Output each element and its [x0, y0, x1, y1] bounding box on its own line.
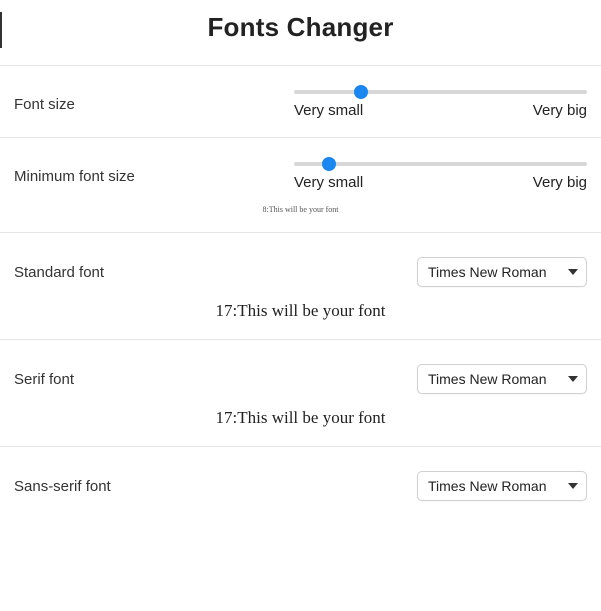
sans-serif-font-label: Sans-serif font [14, 478, 274, 495]
sans-serif-font-value: Times New Roman [428, 478, 547, 494]
min-font-size-slider-thumb[interactable] [322, 157, 336, 171]
chevron-down-icon [568, 269, 578, 275]
standard-font-label: Standard font [14, 264, 274, 281]
min-font-size-max-label: Very big [533, 174, 587, 191]
font-size-slider[interactable] [294, 90, 587, 94]
standard-font-value: Times New Roman [428, 264, 547, 280]
serif-font-select[interactable]: Times New Roman [417, 364, 587, 394]
serif-font-value: Times New Roman [428, 371, 547, 387]
min-font-size-label: Minimum font size [14, 168, 274, 185]
standard-font-select[interactable]: Times New Roman [417, 257, 587, 287]
section-min-font-size: Minimum font size Very small Very big 8:… [0, 137, 601, 232]
font-size-label: Font size [14, 96, 274, 113]
standard-font-preview: 17:This will be your font [14, 301, 587, 321]
sans-serif-font-select[interactable]: Times New Roman [417, 471, 587, 501]
font-size-max-label: Very big [533, 102, 587, 119]
serif-font-preview: 17:This will be your font [14, 408, 587, 428]
chevron-down-icon [568, 483, 578, 489]
min-font-size-min-label: Very small [294, 174, 363, 191]
min-font-size-preview: 8:This will be your font [14, 205, 587, 214]
min-font-size-slider[interactable] [294, 162, 587, 166]
font-size-min-label: Very small [294, 102, 363, 119]
serif-font-label: Serif font [14, 371, 274, 388]
font-size-slider-thumb[interactable] [354, 85, 368, 99]
page-title: Fonts Changer [0, 12, 601, 43]
section-serif-font: Serif font Times New Roman 17:This will … [0, 339, 601, 446]
chevron-down-icon [568, 376, 578, 382]
section-standard-font: Standard font Times New Roman 17:This wi… [0, 232, 601, 339]
section-sans-serif-font: Sans-serif font Times New Roman [0, 446, 601, 519]
section-font-size: Font size Very small Very big [0, 65, 601, 137]
